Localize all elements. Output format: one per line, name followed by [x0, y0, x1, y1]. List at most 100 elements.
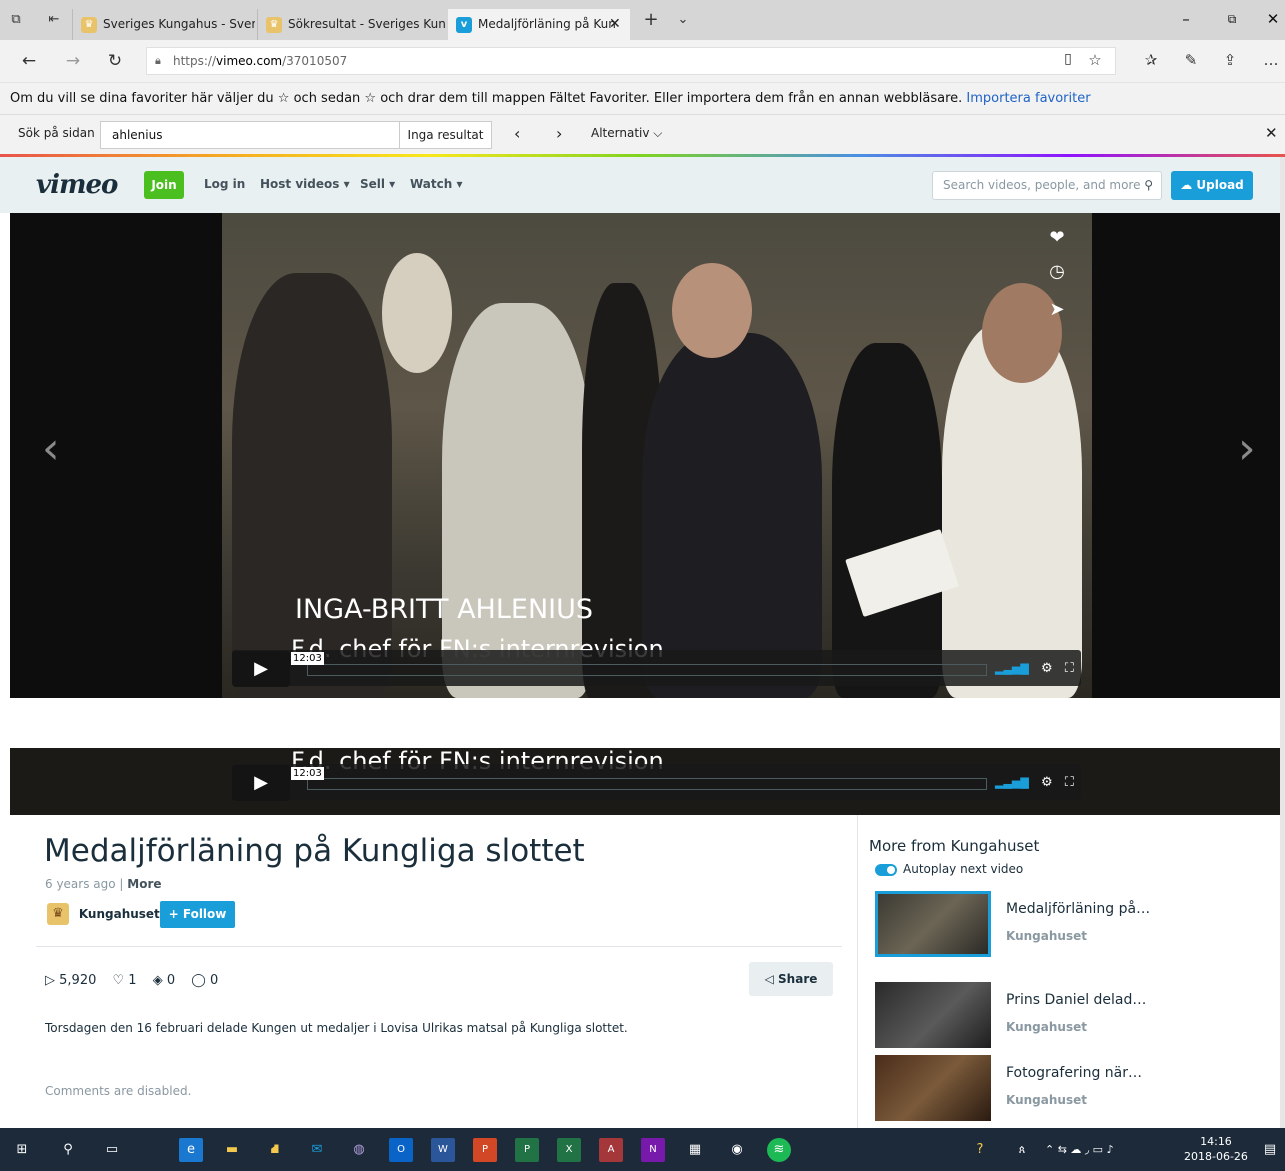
likes-heart-icon[interactable]: ♡	[113, 973, 125, 988]
watch-menu[interactable]: Watch ▾	[410, 177, 463, 191]
volume-icon[interactable]: ▂▃▅▇	[995, 776, 1029, 789]
start-windows-icon[interactable]: ⊞	[10, 1138, 34, 1162]
fullscreen-icon[interactable]: ⛶	[1065, 775, 1074, 790]
play-button[interactable]: ▶	[232, 765, 290, 801]
video-player[interactable]: ❤ ◷ ➤ ‹ ›	[10, 213, 1280, 698]
spotify-icon[interactable]: ≋	[767, 1138, 791, 1162]
video-thumbnail[interactable]	[875, 1055, 991, 1121]
settings-gear-icon[interactable]: ⚙	[1041, 775, 1053, 790]
mail-icon[interactable]: ✉	[305, 1138, 329, 1162]
owner-name[interactable]: Kungahuset	[79, 907, 160, 921]
sell-menu[interactable]: Sell ▾	[360, 177, 395, 191]
action-center-icon[interactable]: ▤	[1258, 1138, 1282, 1162]
collections-icon[interactable]: ◈	[153, 973, 163, 988]
page-scrollbar[interactable]	[1280, 157, 1285, 1128]
chevron-down-icon[interactable]: ⌄	[675, 12, 691, 28]
share-browser-icon[interactable]: ⇪	[1219, 51, 1241, 69]
host-videos-menu[interactable]: Host videos ▾	[260, 177, 350, 191]
restore-icon[interactable]: ⧉	[1222, 12, 1242, 27]
settings-gear-icon[interactable]: ⚙	[1041, 661, 1053, 676]
comments-icon[interactable]: ◯	[191, 973, 206, 988]
publisher-icon[interactable]: P	[515, 1138, 539, 1162]
system-tray-icons[interactable]: ⌃ ⇆ ☁ ◞ ▭ ♪	[1045, 1138, 1135, 1162]
find-previous-icon[interactable]: ‹	[514, 124, 520, 143]
more-menu-icon[interactable]: …	[1260, 51, 1282, 69]
autoplay-toggle[interactable]: Autoplay next video	[875, 862, 1023, 876]
toggle-switch[interactable]	[875, 863, 897, 876]
find-input[interactable]: ahlenius	[100, 121, 400, 149]
vimeo-search-input[interactable]: Search videos, people, and more ⚲	[932, 171, 1162, 200]
minimize-icon[interactable]: –	[1176, 10, 1196, 28]
join-button[interactable]: Join	[144, 171, 184, 199]
owner-avatar[interactable]: ♛	[47, 903, 69, 925]
follow-button[interactable]: + Follow	[160, 901, 235, 928]
new-tab-icon[interactable]: +	[643, 11, 659, 29]
reading-view-icon[interactable]: ▯	[1057, 51, 1079, 67]
edge-icon[interactable]: e	[179, 1138, 203, 1162]
store-icon[interactable]: ⛘	[263, 1138, 287, 1162]
related-owner[interactable]: Kungahuset	[1006, 1093, 1087, 1107]
progress-bar[interactable]	[307, 778, 987, 790]
task-view-icon[interactable]: ▭	[100, 1138, 124, 1162]
camera-icon[interactable]: ◉	[725, 1138, 749, 1162]
powerpoint-icon[interactable]: P	[473, 1138, 497, 1162]
file-explorer-icon[interactable]: ▬	[220, 1138, 244, 1162]
more-link[interactable]: More	[127, 877, 161, 891]
help-icon[interactable]: ?	[968, 1138, 992, 1162]
share-send-icon[interactable]: ➤	[1044, 299, 1070, 320]
tab-sokresultat[interactable]: ♛ Sökresultat - Sveriges Kung	[257, 9, 445, 40]
search-icon[interactable]: ⚲	[56, 1138, 80, 1162]
volume-icon[interactable]: ▂▃▅▇	[995, 662, 1029, 675]
related-video-item[interactable]: Fotografering när… Kungahuset	[875, 1055, 1275, 1123]
find-close-icon[interactable]: ✕	[1265, 124, 1278, 142]
access-icon[interactable]: A	[599, 1138, 623, 1162]
video-thumbnail[interactable]	[875, 982, 991, 1048]
share-button[interactable]: ◁ Share	[749, 962, 833, 996]
people-icon[interactable]: ጰ	[1010, 1138, 1034, 1162]
address-field[interactable]: 🔒︎ https://vimeo.com/37010507	[146, 47, 1116, 75]
video-thumbnail[interactable]	[875, 891, 991, 957]
web-note-icon[interactable]: ✎	[1180, 51, 1202, 69]
favorites-hub-icon[interactable]: ✰	[1140, 51, 1162, 69]
address-bar-row: ← → ↻ 🔒︎ https://vimeo.com/37010507 ▯ ☆ …	[0, 40, 1285, 82]
related-owner[interactable]: Kungahuset	[1006, 929, 1087, 943]
clock-date: 2018-06-26	[1184, 1150, 1248, 1163]
find-options-button[interactable]: Alternativ ⌵	[591, 126, 662, 141]
tab-kungahus[interactable]: ♛ Sveriges Kungahus - Sverige	[72, 9, 255, 40]
clock[interactable]: 14:16 2018-06-26	[1184, 1134, 1248, 1164]
like-heart-icon[interactable]: ❤	[1044, 227, 1070, 248]
watch-later-clock-icon[interactable]: ◷	[1044, 261, 1070, 282]
tab-medaljforlaning[interactable]: v Medaljförläning på Kun ✕	[448, 9, 630, 40]
back-icon[interactable]: ←	[18, 51, 40, 71]
search-icon[interactable]: ⚲	[1144, 172, 1153, 199]
excel-icon[interactable]: X	[557, 1138, 581, 1162]
play-button[interactable]: ▶	[232, 651, 290, 687]
related-title[interactable]: Medaljförläning på…	[1006, 901, 1150, 917]
close-tab-icon[interactable]: ✕	[609, 9, 621, 40]
window-close-icon[interactable]: ✕	[1263, 10, 1283, 28]
app-icon[interactable]: ◍	[347, 1138, 371, 1162]
refresh-icon[interactable]: ↻	[104, 51, 126, 71]
favorite-star-icon[interactable]: ☆	[1084, 51, 1106, 69]
previous-video-icon[interactable]: ‹	[42, 423, 60, 474]
calendar-icon[interactable]: ▦	[683, 1138, 707, 1162]
find-next-icon[interactable]: ›	[556, 124, 562, 143]
related-video-item[interactable]: Prins Daniel delad… Kungahuset	[875, 982, 1275, 1050]
related-title[interactable]: Fotografering när…	[1006, 1065, 1142, 1081]
upload-button[interactable]: ☁ Upload	[1171, 171, 1253, 200]
related-video-item[interactable]: Medaljförläning på… Kungahuset	[875, 891, 1275, 959]
progress-bar[interactable]	[307, 664, 987, 676]
set-aside-tabs-icon[interactable]: ⇤	[46, 12, 62, 28]
import-favorites-link[interactable]: Importera favoriter	[966, 91, 1090, 106]
related-owner[interactable]: Kungahuset	[1006, 1020, 1087, 1034]
login-link[interactable]: Log in	[204, 177, 245, 191]
tab-preview-icon[interactable]: ⧉	[8, 12, 24, 28]
word-icon[interactable]: W	[431, 1138, 455, 1162]
forward-icon[interactable]: →	[62, 51, 84, 71]
fullscreen-icon[interactable]: ⛶	[1065, 661, 1074, 676]
vimeo-logo[interactable]: vimeo	[36, 170, 118, 200]
onenote-icon[interactable]: N	[641, 1138, 665, 1162]
outlook-icon[interactable]: O	[389, 1138, 413, 1162]
next-video-icon[interactable]: ›	[1238, 423, 1256, 474]
related-title[interactable]: Prins Daniel delad…	[1006, 992, 1146, 1008]
